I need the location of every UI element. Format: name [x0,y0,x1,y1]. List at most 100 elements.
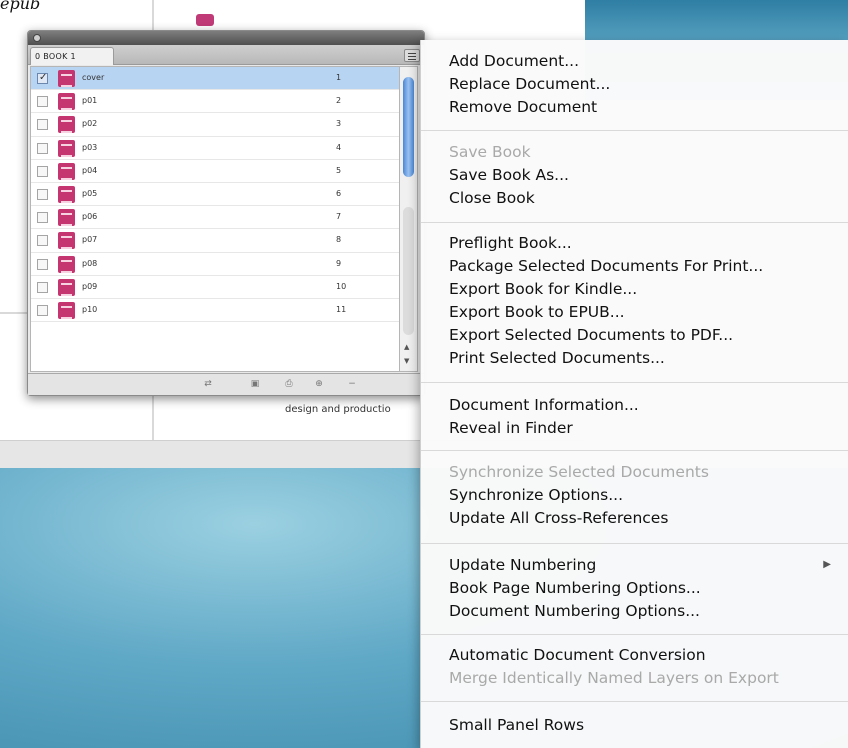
menu-item-remove-document[interactable]: Remove Document [449,96,597,118]
menu-separator [421,701,848,702]
document-row[interactable]: p09 10 [31,276,399,299]
document-row[interactable]: p10 11 [31,299,399,323]
tab-book-1[interactable]: 0 BOOK 1 [30,47,114,65]
sync-source-checkbox[interactable] [37,119,48,131]
menu-item-reveal-in-finder[interactable]: Reveal in Finder [449,417,573,439]
menu-line-icon [408,53,416,54]
document-name: p06 [82,212,98,222]
menu-item-document-numbering[interactable]: Document Numbering Options... [449,600,700,622]
scroll-up-arrow-icon[interactable]: ▲ [404,343,409,351]
menu-item-print-selected[interactable]: Print Selected Documents... [449,347,665,369]
document-page-range: 11 [336,304,347,314]
menu-item-update-numbering[interactable]: Update Numbering ▶ [449,554,841,576]
sync-source-checkbox[interactable] [37,212,48,224]
indesign-document-icon [58,301,75,319]
document-caption-text: design and productio [285,404,391,415]
document-name: cover [82,73,105,82]
menu-separator [421,634,848,635]
menu-item-merge-layers[interactable]: Merge Identically Named Layers on Export [449,667,779,689]
document-row[interactable]: p03 4 [31,137,399,160]
sync-source-checkbox[interactable] [37,188,48,200]
menu-line-icon [408,59,416,60]
document-row[interactable]: p08 9 [31,253,399,276]
menu-item-book-page-numbering[interactable]: Book Page Numbering Options... [449,577,701,599]
menu-item-replace-document[interactable]: Replace Document... [449,73,610,95]
save-book-icon[interactable]: ▣ [249,379,261,390]
sync-source-checkbox[interactable] [37,281,48,293]
document-row[interactable]: p07 8 [31,229,399,253]
sync-source-checkbox[interactable] [37,142,48,154]
menu-separator [421,382,848,383]
menu-item-synchronize-selected[interactable]: Synchronize Selected Documents [449,461,709,483]
document-page-range: 8 [336,235,342,245]
menu-item-automatic-conversion[interactable]: Automatic Document Conversion [449,644,706,666]
menu-item-preflight-book[interactable]: Preflight Book... [449,232,572,254]
indesign-document-icon [58,116,75,134]
document-name: p05 [82,188,98,198]
book-document-list: cover1p012p023p034p045p056p067p078p089p0… [30,66,400,372]
menu-item-update-cross-references[interactable]: Update All Cross-References [449,507,668,529]
panel-titlebar[interactable] [28,31,424,45]
page-guide-horizontal [0,312,30,314]
menu-item-save-book-as[interactable]: Save Book As... [449,164,569,186]
indesign-document-icon [58,185,75,203]
synchronize-icon[interactable]: ⇄ [202,379,214,390]
menu-item-add-document[interactable]: Add Document... [449,50,579,72]
document-name: p09 [82,281,98,291]
print-book-icon[interactable]: ⎙ [283,379,295,390]
document-row[interactable]: p01 2 [31,90,399,114]
sync-source-checkbox[interactable] [37,258,48,270]
panel-tabbar: 0 BOOK 1 [28,45,424,65]
document-page-range: 4 [336,142,342,152]
panel-footer: ⇄ ▣ ⎙ ⊕ − [28,373,424,395]
document-name: p02 [82,119,98,129]
menu-item-close-book[interactable]: Close Book [449,187,535,209]
indesign-document-icon [58,70,75,87]
scrollbar-thumb[interactable] [403,77,414,177]
document-page-range: 9 [336,258,342,268]
indesign-document-icon [58,162,75,180]
document-page-range: 7 [336,212,342,222]
panel-close-button[interactable] [33,34,41,42]
document-page-range: 5 [336,165,342,175]
menu-item-update-numbering-label: Update Numbering [449,556,597,574]
menu-item-export-pdf[interactable]: Export Selected Documents to PDF... [449,324,733,346]
document-row[interactable]: p05 6 [31,183,399,207]
menu-item-document-information[interactable]: Document Information... [449,394,639,416]
document-name: p01 [82,96,98,106]
scrollbar-track[interactable] [403,207,414,335]
document-page-range: 10 [336,281,347,291]
epub-caption: epub [0,0,41,13]
sync-source-checkbox[interactable] [37,165,48,177]
menu-item-save-book[interactable]: Save Book [449,141,531,163]
sync-source-checkbox[interactable] [37,72,48,84]
sync-source-checkbox[interactable] [37,96,48,108]
indesign-document-icon [58,232,75,250]
remove-document-icon[interactable]: − [346,379,358,390]
menu-item-synchronize-options[interactable]: Synchronize Options... [449,484,623,506]
menu-item-small-panel-rows[interactable]: Small Panel Rows [449,714,584,736]
scroll-down-arrow-icon[interactable]: ▼ [404,357,409,365]
document-list-scrollbar[interactable]: ▲ ▼ [400,66,418,372]
panel-menu-button[interactable] [404,49,420,62]
menu-item-export-kindle[interactable]: Export Book for Kindle... [449,278,637,300]
document-page-range: 1 [336,73,342,82]
document-logo-mark [196,14,214,26]
document-name: p08 [82,258,98,268]
sync-source-checkbox[interactable] [37,235,48,247]
menu-separator [421,130,848,131]
document-row[interactable]: cover 1 [31,67,399,91]
menu-item-package-for-print[interactable]: Package Selected Documents For Print... [449,255,763,277]
menu-item-export-epub[interactable]: Export Book to EPUB... [449,301,625,323]
document-row[interactable]: p02 3 [31,113,399,137]
document-page-range: 3 [336,119,342,129]
document-name: p04 [82,165,98,175]
document-row[interactable]: p06 7 [31,206,399,230]
document-page-range: 6 [336,188,342,198]
book-panel-flyout-menu: Add Document... Replace Document... Remo… [420,40,848,748]
document-row[interactable]: p04 5 [31,160,399,183]
add-document-icon[interactable]: ⊕ [313,379,325,390]
document-page-range: 2 [336,96,342,106]
document-name: p03 [82,142,98,152]
sync-source-checkbox[interactable] [37,304,48,316]
